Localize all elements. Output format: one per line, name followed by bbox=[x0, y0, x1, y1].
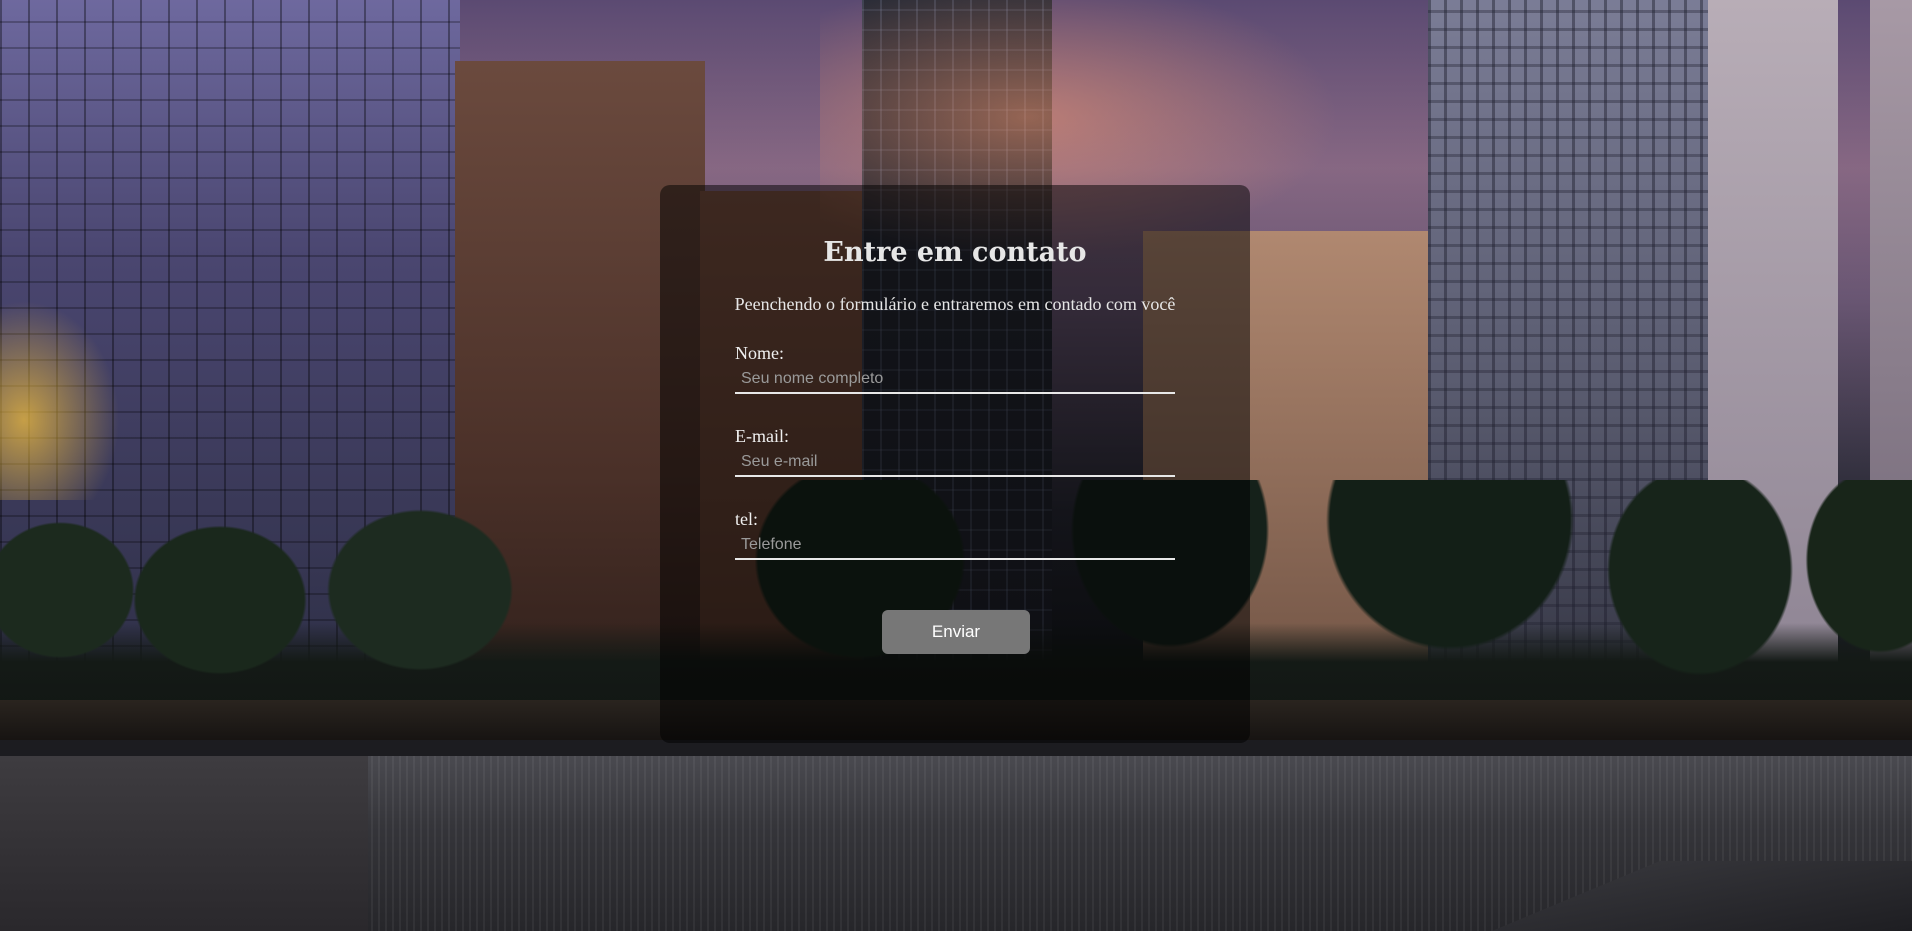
form-title: Entre em contato bbox=[823, 237, 1087, 268]
name-label: Nome: bbox=[735, 343, 784, 363]
memorial-wall bbox=[0, 756, 368, 931]
submit-button[interactable]: Enviar bbox=[882, 610, 1030, 654]
form-subtitle: Peenchendo o formulário e entraremos em … bbox=[734, 294, 1176, 314]
phone-field-group: tel: bbox=[735, 508, 1175, 560]
phone-label: tel: bbox=[735, 509, 758, 529]
name-input[interactable] bbox=[735, 366, 1175, 394]
sun-reflection bbox=[0, 300, 120, 500]
contact-form-card: Entre em contato Peenchendo o formulário… bbox=[660, 185, 1250, 743]
phone-input[interactable] bbox=[735, 532, 1175, 560]
email-field-group: E-mail: bbox=[735, 425, 1175, 477]
email-input[interactable] bbox=[735, 449, 1175, 477]
name-field-group: Nome: bbox=[735, 342, 1175, 394]
email-label: E-mail: bbox=[735, 426, 789, 446]
